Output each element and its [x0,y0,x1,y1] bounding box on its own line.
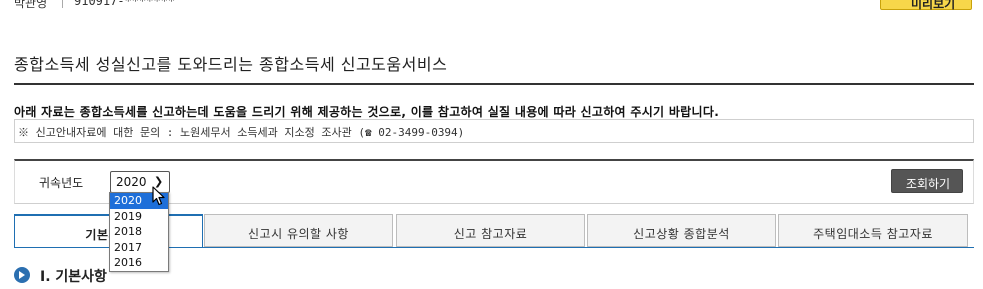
notice-text: 아래 자료는 종합소득세를 신고하는데 도움을 드리기 위해 제공하는 것으로,… [14,105,720,119]
year-option[interactable]: 2019 [110,209,168,225]
preview-button[interactable]: 미리보기 [880,0,972,11]
year-label: 귀속년도 [39,176,84,190]
user-name: 박관영 [14,0,48,10]
contact-notice-text: ※ 신고안내자료에 대한 문의 : 노원세무서 소득세과 지소정 조사관 (☎ … [18,126,465,139]
tab-label: 신고상황 종합분석 [633,227,730,241]
tab-label: 주택임대소득 참고자료 [813,227,933,241]
year-option[interactable]: 2018 [110,224,168,240]
user-id: 910917-******* [74,0,176,8]
query-button-label: 조회하기 [905,177,951,191]
tab-filing-cautions[interactable]: 신고시 유의할 사항 [204,214,393,247]
tab-filing-analysis[interactable]: 신고상황 종합분석 [587,214,776,247]
top-user-bar: 박관영 910917-******* 미리보기 [0,0,983,12]
title-divider [14,83,974,85]
query-button[interactable]: 조회하기 [891,169,963,193]
preview-button-label: 미리보기 [911,0,956,11]
tab-label: 신고시 유의할 사항 [248,227,349,241]
contact-notice-box: ※ 신고안내자료에 대한 문의 : 노원세무서 소득세과 지소정 조사관 (☎ … [14,119,974,143]
mouse-cursor-icon [152,186,165,206]
year-option[interactable]: 2016 [110,255,168,271]
tab-filing-reference[interactable]: 신고 참고자료 [396,214,585,247]
tab-rental-income-reference[interactable]: 주택임대소득 참고자료 [778,214,968,247]
year-select-value: 2020 [116,175,147,189]
year-option[interactable]: 2017 [110,240,168,256]
tab-label: 신고 참고자료 [453,227,528,241]
circle-arrow-icon [14,267,30,283]
divider [62,0,63,8]
section-title: Ⅰ. 기본사항 [40,269,107,285]
page-title: 종합소득세 성실신고를 도와드리는 종합소득세 신고도움서비스 [14,55,448,74]
